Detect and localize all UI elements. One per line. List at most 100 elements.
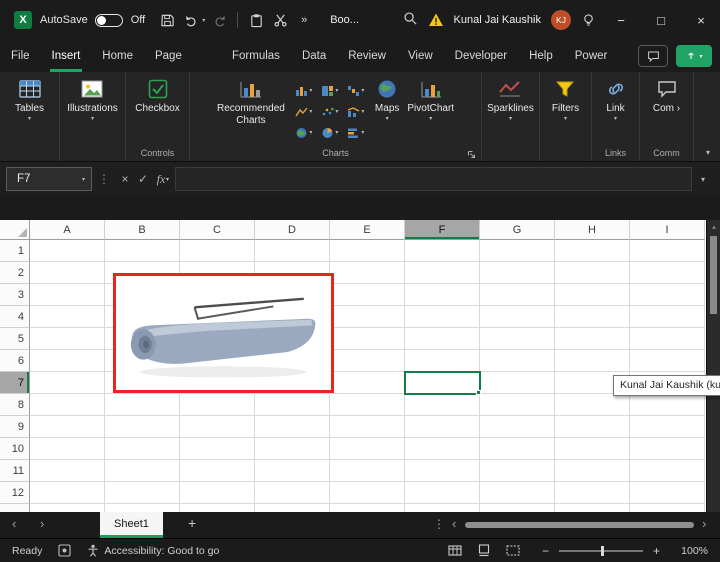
comment-button[interactable]: Com › bbox=[649, 76, 684, 117]
normal-view-icon[interactable] bbox=[448, 544, 462, 557]
pivotchart-button[interactable]: PivotChart ▾ bbox=[403, 76, 458, 124]
excel-logo-icon[interactable]: X bbox=[14, 11, 32, 29]
insert-bar-chart-button[interactable]: ▾ bbox=[343, 122, 369, 143]
zoom-level[interactable]: 100% bbox=[674, 545, 708, 557]
tables-button[interactable]: Tables ▾ bbox=[11, 76, 48, 124]
column-header-d[interactable]: D bbox=[255, 220, 330, 240]
warning-icon[interactable] bbox=[428, 12, 444, 28]
tab-formulas[interactable]: Formulas bbox=[221, 40, 291, 72]
insert-map-chart-button[interactable]: ▾ bbox=[291, 122, 317, 143]
page-layout-view-icon[interactable] bbox=[477, 544, 491, 557]
row-header-1[interactable]: 1 bbox=[0, 240, 30, 262]
name-box[interactable]: F7 ▾ bbox=[6, 167, 92, 191]
selected-cell[interactable] bbox=[404, 371, 481, 395]
row-header-5[interactable]: 5 bbox=[0, 328, 30, 350]
undo-button[interactable] bbox=[181, 9, 201, 31]
insert-line-chart-button[interactable]: ▾ bbox=[291, 101, 317, 122]
prev-sheet-icon[interactable]: ‹ bbox=[12, 516, 16, 531]
autosave-toggle[interactable] bbox=[95, 14, 123, 27]
filters-button[interactable]: Filters ▾ bbox=[548, 76, 583, 124]
horizontal-scroll-thumb[interactable] bbox=[465, 522, 694, 528]
tab-power-pivot[interactable]: Power Pivot bbox=[564, 40, 638, 72]
dialog-launcher-icon[interactable] bbox=[467, 150, 476, 159]
tab-home[interactable]: Home bbox=[91, 40, 144, 72]
tab-help[interactable]: Help bbox=[518, 40, 564, 72]
search-button[interactable] bbox=[403, 11, 418, 29]
sheet-tab-sheet1[interactable]: Sheet1 bbox=[100, 512, 163, 538]
user-name[interactable]: Kunal Jai Kaushik bbox=[454, 14, 541, 26]
row-header-4[interactable]: 4 bbox=[0, 306, 30, 328]
redo-button[interactable] bbox=[209, 9, 229, 31]
row-header-3[interactable]: 3 bbox=[0, 284, 30, 306]
save-button[interactable] bbox=[157, 9, 177, 31]
formula-input[interactable] bbox=[175, 167, 692, 191]
tab-page-layout[interactable]: Page Layout bbox=[144, 40, 221, 72]
drag-handle-icon[interactable]: ⋮ bbox=[98, 172, 110, 186]
zoom-out-button[interactable]: − bbox=[542, 544, 549, 558]
collapse-ribbon-button[interactable]: ▾ bbox=[706, 148, 710, 157]
insert-waterfall-chart-button[interactable]: ▾ bbox=[343, 80, 369, 101]
illustrations-button[interactable]: Illustrations ▾ bbox=[63, 76, 122, 124]
insert-pie-chart-button[interactable]: ▾ bbox=[317, 122, 343, 143]
insert-column-chart-button[interactable]: ▾ bbox=[291, 80, 317, 101]
sheet-options-icon[interactable]: ⋮ bbox=[433, 517, 445, 531]
row-header-2[interactable]: 2 bbox=[0, 262, 30, 284]
cut-button[interactable] bbox=[270, 9, 290, 31]
zoom-slider[interactable] bbox=[559, 550, 643, 552]
column-header-h[interactable]: H bbox=[555, 220, 630, 240]
minimize-button[interactable]: − bbox=[606, 5, 636, 35]
tab-view[interactable]: View bbox=[397, 40, 444, 72]
tab-file[interactable]: File bbox=[0, 40, 41, 72]
scroll-up-icon[interactable]: ▴ bbox=[707, 220, 720, 234]
hscroll-left-icon[interactable]: ‹ bbox=[452, 516, 456, 531]
avatar[interactable]: KJ bbox=[551, 10, 571, 30]
cancel-button[interactable]: × bbox=[116, 172, 134, 186]
more-commands-button[interactable]: » bbox=[294, 9, 314, 31]
column-header-c[interactable]: C bbox=[180, 220, 255, 240]
zoom-slider-thumb[interactable] bbox=[601, 546, 604, 556]
link-button[interactable]: Link ▾ bbox=[600, 76, 632, 124]
zoom-in-button[interactable]: + bbox=[653, 544, 660, 558]
column-header-g[interactable]: G bbox=[480, 220, 555, 240]
macro-record-button[interactable] bbox=[58, 544, 71, 557]
add-sheet-button[interactable]: + bbox=[188, 515, 196, 531]
row-header-6[interactable]: 6 bbox=[0, 350, 30, 372]
expand-formula-bar-button[interactable]: ▾ bbox=[692, 175, 714, 184]
lightbulb-icon[interactable] bbox=[581, 13, 596, 28]
horizontal-scrollbar[interactable] bbox=[465, 522, 694, 528]
maps-button[interactable]: Maps ▾ bbox=[371, 76, 403, 124]
insert-scatter-chart-button[interactable]: ▾ bbox=[317, 101, 343, 122]
row-header-7[interactable]: 7 bbox=[0, 372, 30, 394]
row-header-10[interactable]: 10 bbox=[0, 438, 30, 460]
document-title[interactable]: Boo... bbox=[330, 14, 359, 26]
selected-picture[interactable] bbox=[113, 273, 334, 393]
tab-data[interactable]: Data bbox=[291, 40, 337, 72]
column-header-i[interactable]: I bbox=[630, 220, 705, 240]
column-header-a[interactable]: A bbox=[30, 220, 105, 240]
page-break-view-icon[interactable] bbox=[506, 544, 520, 557]
row-header-8[interactable]: 8 bbox=[0, 394, 30, 416]
column-header-e[interactable]: E bbox=[330, 220, 405, 240]
row-header-11[interactable]: 11 bbox=[0, 460, 30, 482]
column-header-b[interactable]: B bbox=[105, 220, 180, 240]
tab-developer[interactable]: Developer bbox=[444, 40, 518, 72]
sparklines-button[interactable]: Sparklines ▾ bbox=[483, 76, 538, 124]
checkbox-button[interactable]: Checkbox bbox=[131, 76, 183, 117]
hscroll-right-icon[interactable]: › bbox=[702, 516, 706, 531]
undo-chevron-icon[interactable]: ▾ bbox=[202, 17, 205, 24]
accessibility-status[interactable]: Accessibility: Good to go bbox=[104, 545, 219, 557]
vertical-scroll-thumb[interactable] bbox=[710, 236, 717, 314]
row-header-12[interactable]: 12 bbox=[0, 482, 30, 504]
tab-review[interactable]: Review bbox=[337, 40, 397, 72]
enter-button[interactable]: ✓ bbox=[134, 172, 152, 186]
tab-insert[interactable]: Insert bbox=[41, 40, 92, 72]
vertical-scrollbar[interactable]: ▴ bbox=[706, 220, 720, 512]
paste-button[interactable] bbox=[246, 9, 266, 31]
close-button[interactable]: × bbox=[686, 5, 716, 35]
row-header-9[interactable]: 9 bbox=[0, 416, 30, 438]
comments-button[interactable] bbox=[638, 45, 668, 67]
fill-handle[interactable] bbox=[476, 390, 481, 395]
insert-hierarchy-chart-button[interactable]: ▾ bbox=[317, 80, 343, 101]
next-sheet-icon[interactable]: › bbox=[40, 516, 44, 531]
select-all-corner[interactable] bbox=[0, 220, 30, 240]
